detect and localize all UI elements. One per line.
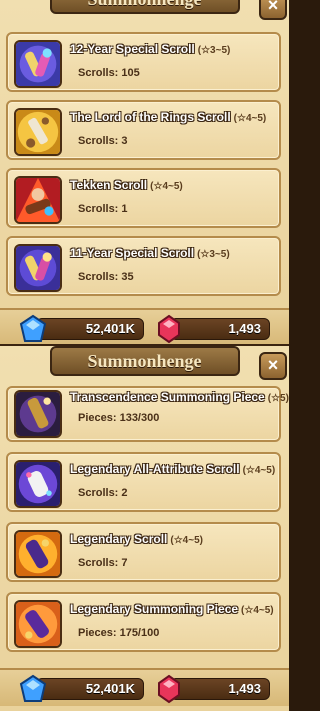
item-rank: (☆4~5) [150, 181, 183, 192]
list-item[interactable]: Legendary Summoning Piece (☆4~5) Pieces: … [6, 592, 281, 652]
crystal-amount: 52,401K [36, 318, 144, 340]
close-button[interactable]: × [259, 0, 287, 20]
item-rank: (☆4~5) [170, 535, 203, 546]
item-count: Scrolls: 2 [78, 487, 128, 499]
currency-bar: 52,401K 1,493 [0, 668, 289, 706]
gem-amount: 1,493 [170, 318, 270, 340]
gem-icon [154, 314, 184, 344]
item-rank: (☆3~5) [197, 45, 231, 56]
item-count: Scrolls: 35 [78, 271, 134, 283]
transcendence-piece-icon [14, 390, 62, 438]
item-name: Transcendence Summoning Piece (☆5) [70, 390, 289, 404]
item-name: The Lord of the Rings Scroll (☆4~5) [70, 110, 267, 124]
list-item[interactable]: Tekken Scroll (☆4~5) Scrolls: 1 [6, 168, 281, 228]
all-attribute-scroll-icon [14, 460, 62, 508]
item-name: 11-Year Special Scroll (☆3~5) [70, 246, 230, 260]
crystal-icon [18, 314, 48, 344]
panel-title: Summonhenge [49, 346, 240, 376]
list-item[interactable]: Transcendence Summoning Piece (☆5) Pieces… [6, 386, 289, 442]
item-name: Legendary All-Attribute Scroll (☆4~5) [70, 462, 276, 476]
item-name: 12-Year Special Scroll (☆3~5) [70, 42, 231, 56]
item-name: Legendary Scroll (☆4~5) [70, 532, 203, 546]
list-item[interactable]: 12-Year Special Scroll (☆3~5) Scrolls: 10… [6, 32, 281, 92]
panel-title: Summonhenge [49, 0, 240, 14]
crystal-amount: 52,401K [36, 678, 144, 700]
legendary-scroll-icon [14, 530, 62, 578]
legendary-piece-icon [14, 600, 62, 648]
item-rank: (☆5) [267, 393, 289, 404]
list-item[interactable]: Legendary Scroll (☆4~5) Scrolls: 7 [6, 522, 281, 582]
item-count: Scrolls: 7 [78, 557, 128, 569]
item-count: Pieces: 175/100 [78, 627, 160, 639]
item-rank: (☆3~5) [197, 249, 230, 260]
gem-icon [154, 674, 184, 704]
list-item[interactable]: The Lord of the Rings Scroll (☆4~5) Scrol… [6, 100, 281, 160]
gem-amount: 1,493 [170, 678, 270, 700]
close-button[interactable]: × [259, 352, 287, 380]
list-item[interactable]: 11-Year Special Scroll (☆3~5) Scrolls: 35 [6, 236, 281, 296]
special-scroll-icon [14, 244, 62, 292]
crystal-icon [18, 674, 48, 704]
summonhenge-panel-bottom: Summonhenge × Transcendence Summoning Pi… [0, 346, 289, 711]
special-scroll-icon [14, 40, 62, 88]
currency-bar: 52,401K 1,493 [0, 308, 289, 346]
item-rank: (☆4~5) [233, 113, 267, 124]
item-name: Legendary Summoning Piece (☆4~5) [70, 602, 274, 616]
lotr-scroll-icon [14, 108, 62, 156]
item-count: Scrolls: 3 [78, 135, 128, 147]
item-count: Pieces: 133/300 [78, 412, 160, 424]
summonhenge-panel-top: Summonhenge × 12-Year Special Scroll(☆3~… [0, 0, 289, 346]
item-rank: (☆4~5) [241, 605, 274, 616]
tekken-scroll-icon [14, 176, 62, 224]
item-rank: (☆4~5) [242, 465, 276, 476]
item-count: Scrolls: 1 [78, 203, 128, 215]
item-name: Tekken Scroll (☆4~5) [70, 178, 183, 192]
item-count: Scrolls: 105 [78, 67, 140, 79]
list-item[interactable]: Legendary All-Attribute Scroll (☆4~5) Scr… [6, 452, 281, 512]
